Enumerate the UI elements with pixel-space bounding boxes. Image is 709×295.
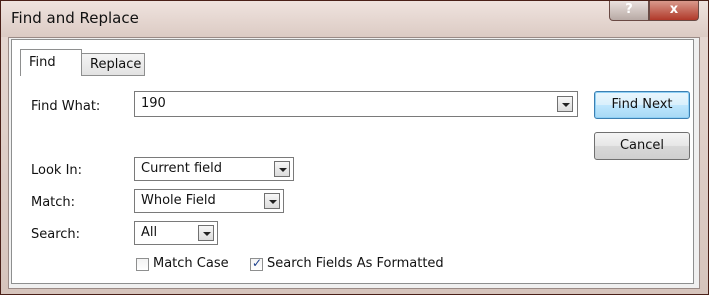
match-dropdown-arrow-icon[interactable] <box>264 193 280 209</box>
find-next-button[interactable]: Find Next <box>594 91 690 119</box>
dialog-title: Find and Replace <box>11 9 139 27</box>
find-what-value: 190 <box>141 96 166 111</box>
tab-replace[interactable]: Replace <box>81 53 145 76</box>
help-icon: ? <box>625 2 633 17</box>
search-select[interactable]: All <box>134 221 218 245</box>
find-what-dropdown-arrow-icon[interactable] <box>557 96 573 112</box>
match-label: Match: <box>31 195 76 210</box>
close-icon: x <box>669 2 679 17</box>
help-button[interactable]: ? <box>609 1 649 21</box>
search-formatted-checkbox[interactable]: ✓ <box>250 256 263 271</box>
tab-find-label: Find <box>29 55 56 70</box>
checkmark-icon: ✓ <box>252 256 263 270</box>
find-what-combo[interactable]: 190 <box>134 91 578 117</box>
cancel-button[interactable]: Cancel <box>594 132 690 160</box>
search-dropdown-arrow-icon[interactable] <box>198 225 214 241</box>
title-bar[interactable]: Find and Replace ? x <box>1 1 708 37</box>
look-in-label: Look In: <box>31 163 83 178</box>
search-label: Search: <box>31 227 81 242</box>
tab-replace-label: Replace <box>90 57 142 72</box>
find-replace-dialog: Find and Replace ? x Find Replace Find W… <box>0 0 709 295</box>
match-select[interactable]: Whole Field <box>134 189 284 213</box>
match-case-checkbox[interactable] <box>136 258 149 271</box>
tab-find[interactable]: Find <box>20 49 82 76</box>
look-in-dropdown-arrow-icon[interactable] <box>274 161 290 177</box>
close-button[interactable]: x <box>649 1 699 21</box>
look-in-select[interactable]: Current field <box>134 157 294 181</box>
look-in-value: Current field <box>141 161 223 176</box>
match-value: Whole Field <box>141 193 216 208</box>
match-case-label[interactable]: Match Case <box>153 256 229 271</box>
find-what-label: Find What: <box>31 99 101 114</box>
search-value: All <box>141 225 158 240</box>
search-formatted-label[interactable]: Search Fields As Formatted <box>267 256 444 271</box>
